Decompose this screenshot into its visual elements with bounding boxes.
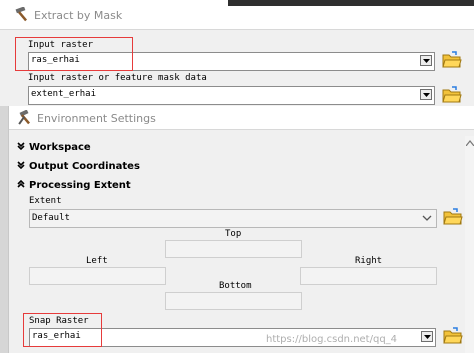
- mask-data-dropdown-button[interactable]: [420, 89, 432, 100]
- folder-open-icon[interactable]: [442, 86, 462, 104]
- env-dialog-titlebar[interactable]: Environment Settings: [9, 106, 474, 130]
- mask-data-label: Input raster or feature mask data: [28, 73, 207, 83]
- top-label: Top: [225, 229, 242, 239]
- double-chevron-up-icon: [17, 179, 27, 191]
- folder-open-icon[interactable]: [443, 208, 463, 226]
- right-label: Right: [355, 256, 383, 266]
- chevron-down-icon[interactable]: [420, 212, 434, 224]
- workspace-section-header[interactable]: Workspace: [17, 142, 91, 153]
- extent-label: Extent: [29, 196, 62, 206]
- scroll-up-icon[interactable]: [465, 139, 474, 149]
- processing-extent-section-header[interactable]: Processing Extent: [17, 179, 131, 191]
- double-chevron-down-icon: [17, 161, 27, 172]
- background-window-edge: [228, 0, 474, 6]
- snap-raster-dropdown-button[interactable]: [421, 331, 433, 342]
- extract-by-mask-dialog: Extract by Mask Input raster ras_erhai I…: [0, 0, 474, 106]
- input-raster-highlight: [15, 37, 133, 71]
- top-coordinate-field[interactable]: [165, 240, 302, 258]
- chevron-down-icon: [423, 93, 430, 97]
- mask-data-combobox[interactable]: extent_erhai: [28, 86, 435, 105]
- env-dialog-title: Environment Settings: [37, 112, 156, 125]
- extent-value: Default: [32, 213, 70, 223]
- folder-open-icon[interactable]: [443, 327, 463, 345]
- input-raster-dropdown-button[interactable]: [420, 55, 432, 66]
- right-coordinate-field[interactable]: [300, 267, 437, 285]
- processing-extent-section-label: Processing Extent: [29, 180, 131, 191]
- watermark-text: https://blog.csdn.net/qq_4: [266, 334, 398, 345]
- extract-dialog-title: Extract by Mask: [34, 9, 123, 22]
- extent-combobox[interactable]: Default: [29, 209, 437, 228]
- bottom-coordinate-field[interactable]: [165, 292, 302, 310]
- tools-icon: [17, 109, 35, 126]
- left-label: Left: [86, 256, 108, 266]
- chevron-down-icon: [423, 59, 430, 63]
- double-chevron-down-icon: [17, 142, 27, 153]
- environment-settings-dialog: Environment Settings Workspace Output Co…: [8, 106, 474, 353]
- output-coordinates-section-label: Output Coordinates: [29, 161, 140, 172]
- hammer-icon: [14, 6, 32, 23]
- chevron-down-icon: [424, 335, 431, 339]
- output-coordinates-section-header[interactable]: Output Coordinates: [17, 161, 140, 172]
- snap-raster-highlight: [23, 313, 102, 347]
- bottom-label: Bottom: [219, 281, 252, 291]
- left-coordinate-field[interactable]: [29, 267, 166, 285]
- folder-open-icon[interactable]: [442, 51, 462, 69]
- mask-data-value: extent_erhai: [31, 89, 97, 99]
- workspace-section-label: Workspace: [29, 142, 91, 153]
- vertical-scrollbar[interactable]: [465, 136, 474, 353]
